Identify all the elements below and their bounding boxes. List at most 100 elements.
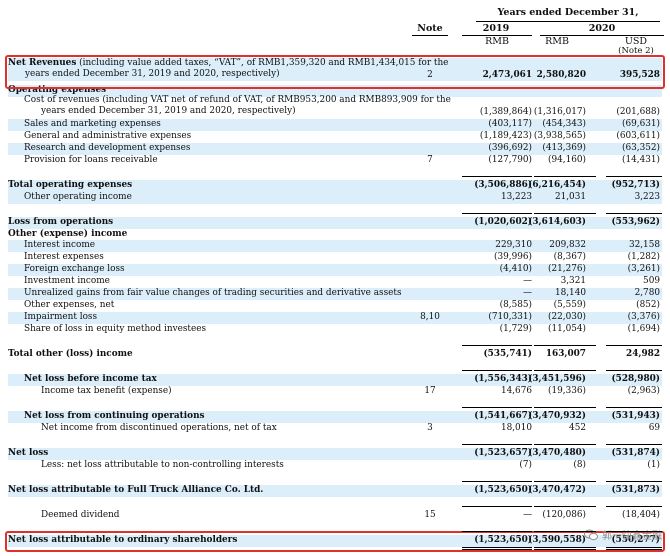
row-label: Provision for loans receivable (24, 155, 158, 165)
subtotal-rule (462, 345, 532, 346)
value-cell-usd: (1) (647, 460, 660, 470)
table-row: Other expenses, net (8,585) (5,559) (852) (8, 300, 662, 312)
table-row: Net loss attributable to Full Truck Alli… (8, 485, 662, 497)
row-label: Other expenses, net (24, 300, 115, 310)
value-cell-usd: (3,376) (627, 312, 660, 322)
value-cell-v2020: (22,030) (548, 312, 586, 322)
row-label: Total other (loss) income (8, 349, 133, 359)
table-row: Income tax benefit (expense) 17 14,676 (19,… (8, 386, 662, 398)
value-cell-v2020: (3,938,565) (533, 131, 586, 141)
value-cell-usd: (603,611) (616, 131, 660, 141)
value-cell-usd: 69 (648, 423, 660, 433)
year-2020-header: 2020 (588, 23, 616, 34)
currency-rmb-2019: RMB (485, 36, 509, 47)
subtotal-rule (534, 444, 596, 445)
value-cell-usd: 2,780 (634, 288, 660, 298)
subtotal-rule (462, 506, 532, 507)
row-label: Cost of revenues (including VAT net of r… (24, 95, 451, 117)
table-row: Interest income 229,310 209,832 32,158 (8, 240, 662, 252)
years-ended-header: Years ended December 31, (497, 7, 639, 18)
table-row: Impairment loss 8,10 (710,331) (22,030) (3,3… (8, 312, 662, 324)
subtotal-rule (606, 176, 662, 177)
row-label: Net loss before income tax (24, 374, 157, 384)
value-cell-usd: 3,223 (634, 192, 660, 202)
row-label: Income tax benefit (expense) (41, 386, 172, 396)
row-label: Net loss attributable to Full Truck Alli… (8, 485, 264, 495)
value-cell-usd: 32,158 (628, 240, 660, 250)
table-row: Net loss (1,523,657) (3,470,480) (531,874) (8, 448, 662, 460)
subtotal-rule (462, 481, 532, 482)
row-label: Unrealized gains from fair value changes… (24, 288, 402, 298)
row-label: Other operating income (24, 192, 132, 202)
value-cell-usd: (2,963) (627, 386, 660, 396)
subtotal-rule (606, 481, 662, 482)
subtotal-rule (534, 531, 596, 532)
subtotal-rule (606, 370, 662, 371)
subtotal-rule (534, 176, 596, 177)
subtotal-rule (606, 213, 662, 214)
value-cell-v2020: (413,369) (542, 143, 586, 153)
value-cell-usd: (18,404) (622, 510, 660, 520)
table-row: Other operating income 13,223 21,031 3,223 (8, 192, 662, 204)
subtotal-rule (462, 176, 532, 177)
table-row: Total other (loss) income (535,741) 163,00… (8, 349, 662, 361)
row-label: Research and development expenses (24, 143, 191, 153)
table-row: Less: net loss attributable to non-contr… (8, 460, 662, 472)
value-cell-v2020: (6,216,454) (528, 180, 586, 190)
table-row: Deemed dividend 15— (120,086) (18,404) (8, 510, 662, 522)
value-cell-usd: (1,694) (627, 324, 660, 334)
value-cell-v2020: (5,559) (553, 300, 586, 310)
value-cell-v2020: (454,343) (542, 119, 586, 129)
value-cell-v2020: (3,470,472) (528, 485, 586, 495)
note-header-rule (412, 35, 448, 36)
value-cell-v2020: (120,086) (542, 510, 586, 520)
subtotal-rule (534, 407, 596, 408)
subtotal-rule (534, 481, 596, 482)
value-cell-v2020: 452 (569, 423, 586, 433)
row-label: Total operating expenses (8, 180, 133, 190)
table-row: Other (expense) income (8, 229, 662, 241)
value-cell-v2020: 3,321 (560, 276, 586, 286)
row-label: Net loss (8, 448, 49, 458)
table-row: Provision for loans receivable 7 (127,790)… (8, 155, 662, 167)
value-cell-usd: (852) (636, 300, 660, 310)
table-row: Foreign exchange loss (4,410) (21,276) (3,2… (8, 264, 662, 276)
table-row: Investment income —3,321 509 (8, 276, 662, 288)
value-cell-usd: (528,980) (611, 374, 660, 384)
value-cell-v2020: 18,140 (554, 288, 586, 298)
value-cell-v2020: (19,336) (548, 386, 586, 396)
subtotal-rule (534, 370, 596, 371)
value-cell-v2020: (3,470,480) (528, 448, 586, 458)
value-cell-usd: (3,261) (627, 264, 660, 274)
value-cell-v2020: (8,367) (553, 252, 586, 262)
subtotal-rule (462, 444, 532, 445)
value-cell-usd: 509 (643, 276, 660, 286)
table-row: Net loss before income tax (1,556,343) (3,… (8, 374, 662, 386)
note-column-header: Note (417, 23, 443, 34)
subtotal-rule (462, 213, 532, 214)
subtotal-rule (534, 213, 596, 214)
value-cell-v2020: (8) (573, 460, 586, 470)
value-cell-usd: (531,874) (611, 448, 660, 458)
subtotal-rule (606, 506, 662, 507)
value-cell-usd: (201,688) (616, 106, 660, 117)
value-cell-usd: (1,282) (627, 252, 660, 262)
row-label: General and administrative expenses (24, 131, 192, 141)
table-row: Sales and marketing expenses (403,117) (45… (8, 119, 662, 131)
year-2019-header: 2019 (482, 23, 510, 34)
subtotal-rule (462, 370, 532, 371)
row-label: Sales and marketing expenses (24, 119, 161, 129)
value-cell-v2020: (1,316,017) (533, 106, 586, 117)
watermark-text: 郭一快鑫金融 (602, 531, 662, 542)
subtotal-rule (606, 407, 662, 408)
net-revenues-highlight (5, 55, 665, 89)
subtotal-rule (606, 531, 662, 532)
table-row: Total operating expenses (3,506,886) (6,21… (8, 180, 662, 192)
table-row: Loss from operations (1,020,602) (3,614,60… (8, 217, 662, 229)
row-label: Investment income (24, 276, 110, 286)
subtotal-rule (606, 444, 662, 445)
value-cell-v2020: (94,160) (548, 155, 586, 165)
row-label: Loss from operations (8, 217, 114, 227)
watermark: 郭一快鑫金融 (584, 527, 662, 542)
table-row: Research and development expenses (396,69… (8, 143, 662, 155)
